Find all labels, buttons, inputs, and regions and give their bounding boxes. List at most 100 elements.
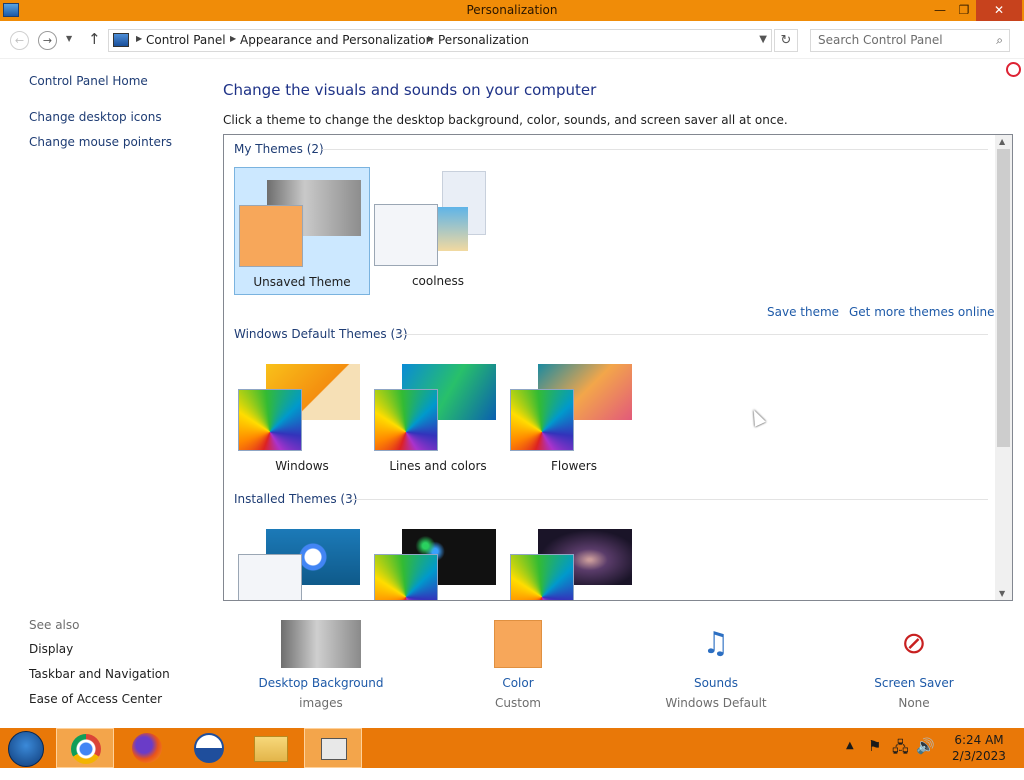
- window-title: Personalization: [466, 3, 558, 17]
- see-also-ease-of-access-link[interactable]: Ease of Access Center: [29, 692, 162, 706]
- control-panel-icon: [321, 738, 347, 760]
- group-header-installed[interactable]: Installed Themes (3): [234, 492, 357, 506]
- show-hidden-icons[interactable]: ▲: [846, 740, 854, 780]
- taskbar-control-panel[interactable]: [304, 728, 362, 768]
- search-input[interactable]: Search Control Panel ⌕: [810, 29, 1010, 52]
- breadcrumb-appearance[interactable]: Appearance and Personalization: [240, 33, 433, 47]
- screen-saver-setting[interactable]: ⊘ Screen Saver None: [839, 620, 989, 710]
- color-fan-icon: [374, 389, 438, 451]
- theme-installed-chrome[interactable]: [234, 517, 370, 600]
- themes-list: My Themes (2) Unsaved Theme coolness Sav…: [223, 134, 1013, 601]
- page-title: Change the visuals and sounds on your co…: [223, 81, 597, 99]
- theme-coolness[interactable]: coolness: [370, 167, 506, 295]
- change-desktop-icons-link[interactable]: Change desktop icons: [29, 110, 162, 124]
- save-theme-link[interactable]: Save theme: [767, 305, 839, 319]
- taskbar-file-explorer[interactable]: [242, 728, 300, 768]
- title-bar: Personalization — ❐ ✕: [0, 0, 1024, 21]
- color-fan-icon: [510, 554, 574, 600]
- forward-button[interactable]: →: [38, 31, 57, 50]
- setting-label: Desktop Background: [258, 676, 384, 690]
- see-also-taskbar-link[interactable]: Taskbar and Navigation: [29, 667, 170, 681]
- theme-lines-and-colors[interactable]: Lines and colors: [370, 352, 506, 480]
- action-center-flag-icon[interactable]: ⚑: [868, 737, 881, 777]
- breadcrumb-separator-icon[interactable]: ▶: [136, 34, 142, 43]
- screen-saver-icon: ⊘: [901, 626, 927, 661]
- clock-date: 2/3/2023: [952, 749, 1006, 763]
- theme-installed-galaxy[interactable]: [506, 517, 642, 600]
- firefox-icon: [132, 733, 162, 763]
- up-button[interactable]: ↑: [88, 30, 101, 48]
- color-setting[interactable]: Color Custom: [443, 620, 593, 710]
- group-header-windows-default[interactable]: Windows Default Themes (3): [234, 327, 408, 341]
- theme-unsaved[interactable]: Unsaved Theme: [234, 167, 370, 295]
- sounds-setting[interactable]: ♫ Sounds Windows Default: [641, 620, 791, 710]
- recent-locations-chevron-icon[interactable]: ▼: [66, 34, 72, 43]
- control-panel-icon: [113, 33, 129, 47]
- control-panel-home-link[interactable]: Control Panel Home: [29, 74, 148, 88]
- setting-value: Custom: [495, 696, 541, 710]
- setting-value: Windows Default: [665, 696, 767, 710]
- taskbar-firefox[interactable]: [118, 728, 176, 768]
- get-more-themes-link[interactable]: Get more themes online: [849, 305, 995, 319]
- change-mouse-pointers-link[interactable]: Change mouse pointers: [29, 135, 172, 149]
- scroll-up-icon[interactable]: ▲: [999, 137, 1005, 146]
- theme-label: Unsaved Theme: [253, 275, 351, 289]
- setting-value: images: [299, 696, 343, 710]
- color-fan-icon: [510, 389, 574, 451]
- back-button[interactable]: ←: [10, 31, 29, 50]
- sounds-icon: ♫: [702, 626, 730, 661]
- color-fan-icon: [238, 389, 302, 451]
- theme-color-swatch: [238, 554, 302, 600]
- close-button[interactable]: ✕: [976, 0, 1022, 21]
- file-explorer-icon: [254, 736, 288, 762]
- theme-label: Flowers: [551, 459, 597, 473]
- scrollbar-thumb[interactable]: [997, 149, 1010, 447]
- group-divider: [350, 499, 988, 500]
- group-header-my-themes[interactable]: My Themes (2): [234, 142, 324, 156]
- maximize-button[interactable]: ❐: [954, 0, 974, 21]
- theme-flowers[interactable]: Flowers: [506, 352, 642, 480]
- taskbar: ▲ ⚑ 🖧 🔊 6:24 AM 2/3/2023: [0, 728, 1024, 768]
- theme-windows[interactable]: Windows: [234, 352, 370, 480]
- see-also-heading: See also: [29, 618, 80, 632]
- breadcrumb-separator-icon[interactable]: ▶: [230, 34, 236, 43]
- desktop-background-setting[interactable]: Desktop Background images: [246, 620, 396, 710]
- page-description: Click a theme to change the desktop back…: [223, 113, 788, 127]
- system-clock[interactable]: 6:24 AM 2/3/2023: [944, 732, 1014, 764]
- volume-icon[interactable]: 🔊: [916, 737, 935, 777]
- group-divider: [396, 334, 988, 335]
- theme-label: coolness: [411, 274, 465, 288]
- setting-label: Sounds: [693, 676, 739, 690]
- themes-scrollbar[interactable]: ▲ ▼: [995, 135, 1012, 600]
- theme-label: Lines and colors: [389, 459, 487, 473]
- taskbar-chrome[interactable]: [56, 728, 114, 768]
- help-icon[interactable]: [1006, 62, 1021, 77]
- color-swatch-icon: [494, 620, 542, 668]
- chrome-icon: [71, 734, 101, 764]
- refresh-button[interactable]: ↻: [774, 29, 798, 52]
- start-button[interactable]: [8, 731, 44, 767]
- setting-value: None: [898, 696, 930, 710]
- obama-logo-icon: [194, 733, 224, 763]
- theme-color-swatch: [239, 205, 303, 267]
- see-also-display-link[interactable]: Display: [29, 642, 73, 656]
- breadcrumb-separator-icon[interactable]: ▶: [428, 34, 434, 43]
- theme-label: Windows: [275, 459, 329, 473]
- address-dropdown-chevron-icon[interactable]: ▼: [759, 34, 767, 45]
- minimize-button[interactable]: —: [930, 0, 950, 21]
- group-divider: [322, 149, 988, 150]
- personalization-window: Personalization — ❐ ✕ ← → ▼ ↑ ▶ Control …: [0, 0, 1024, 728]
- clock-time: 6:24 AM: [954, 733, 1004, 747]
- network-icon[interactable]: 🖧: [892, 737, 909, 777]
- taskbar-obama-app[interactable]: [180, 728, 238, 768]
- search-icon[interactable]: ⌕: [996, 33, 1003, 48]
- address-bar[interactable]: ▶ Control Panel ▶ Appearance and Persona…: [108, 29, 772, 52]
- theme-installed-dark[interactable]: [370, 517, 506, 600]
- scroll-down-icon[interactable]: ▼: [999, 589, 1005, 598]
- theme-color-swatch: [374, 204, 438, 266]
- setting-label: Color: [502, 676, 534, 690]
- color-fan-icon: [374, 554, 438, 600]
- breadcrumb-control-panel[interactable]: Control Panel: [146, 33, 226, 47]
- breadcrumb-personalization[interactable]: Personalization: [438, 33, 529, 47]
- navigation-bar: ← → ▼ ↑ ▶ Control Panel ▶ Appearance and…: [0, 21, 1024, 59]
